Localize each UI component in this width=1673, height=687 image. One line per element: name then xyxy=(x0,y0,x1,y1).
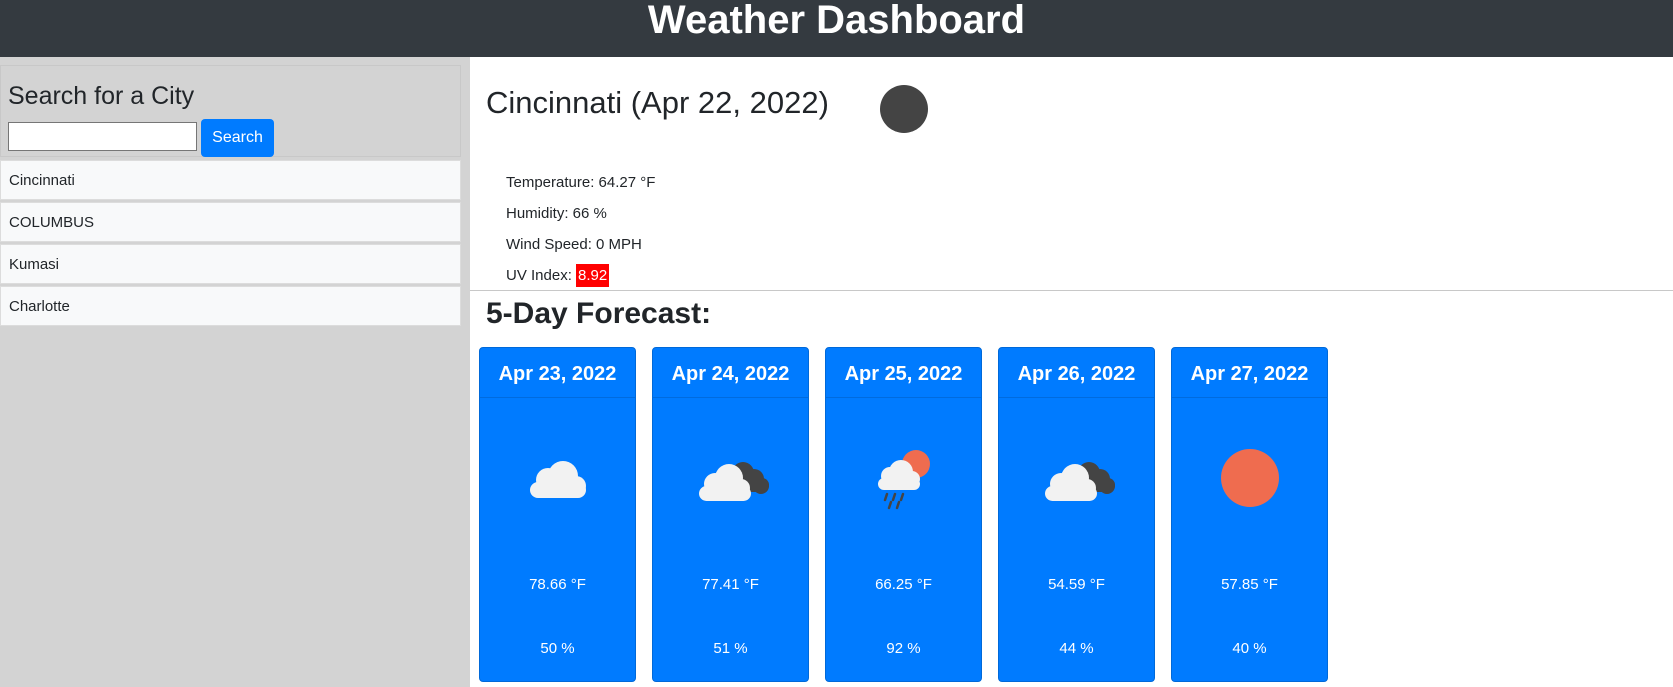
city-search-input[interactable] xyxy=(8,122,197,151)
forecast-card: Apr 24, 2022 77.41 °F 51 % xyxy=(652,347,809,682)
search-history-list: Cincinnati COLUMBUS Kumasi Charlotte xyxy=(0,160,461,328)
forecast-temp: 54.59 °F xyxy=(1048,576,1105,593)
history-item-charlotte[interactable]: Charlotte xyxy=(0,286,461,326)
main-panel: Cincinnati (Apr 22, 2022) Temperature: 6… xyxy=(470,57,1673,687)
broken-clouds-icon xyxy=(699,462,769,501)
wind-speed-reading: Wind Speed: 0 MPH xyxy=(506,236,642,253)
history-item-kumasi[interactable]: Kumasi xyxy=(0,244,461,284)
history-item-columbus[interactable]: COLUMBUS xyxy=(0,202,461,242)
forecast-date: Apr 25, 2022 xyxy=(826,348,981,398)
sidebar: Search for a City Search Cincinnati COLU… xyxy=(0,57,470,687)
forecast-humidity: 40 % xyxy=(1232,640,1267,657)
forecast-humidity: 51 % xyxy=(713,640,748,657)
search-button[interactable]: Search xyxy=(201,119,274,157)
forecast-temp: 57.85 °F xyxy=(1221,576,1278,593)
forecast-card: Apr 25, 2022 66.25 °F 92 % xyxy=(825,347,982,682)
current-city-title: Cincinnati (Apr 22, 2022) xyxy=(486,85,829,120)
uv-index-badge: 8.92 xyxy=(576,264,610,287)
forecast-card: Apr 26, 2022 54.59 °F 44 % xyxy=(998,347,1155,682)
uv-index-label: UV Index: xyxy=(506,267,572,284)
forecast-date: Apr 26, 2022 xyxy=(999,348,1154,398)
forecast-title: 5-Day Forecast: xyxy=(486,297,712,330)
current-details: Temperature: 64.27 °F Humidity: 66 % Win… xyxy=(506,167,655,291)
forecast-card: Apr 27, 2022 57.85 °F 40 % xyxy=(1171,347,1328,682)
uv-index-row: UV Index: 8.92 xyxy=(506,260,655,291)
forecast-temp: 77.41 °F xyxy=(702,576,759,593)
app-title: Weather Dashboard xyxy=(647,0,1026,42)
forecast-humidity: 50 % xyxy=(540,640,575,657)
dark-moon-icon xyxy=(880,85,928,133)
app-header: Weather Dashboard xyxy=(0,0,1673,57)
temperature-reading: Temperature: 64.27 °F xyxy=(506,174,656,191)
cloud-icon xyxy=(530,461,586,498)
forecast-temp: 78.66 °F xyxy=(529,576,586,593)
forecast-date: Apr 23, 2022 xyxy=(480,348,635,398)
forecast-humidity: 44 % xyxy=(1059,640,1094,657)
rain-sun-cloud-icon xyxy=(878,450,930,510)
forecast-temp: 66.25 °F xyxy=(875,576,932,593)
search-heading: Search for a City xyxy=(8,82,195,110)
forecast-card: Apr 23, 2022 78.66 °F 50 % xyxy=(479,347,636,682)
forecast-date: Apr 27, 2022 xyxy=(1172,348,1327,398)
section-divider xyxy=(470,290,1673,291)
forecast-humidity: 92 % xyxy=(886,640,921,657)
forecast-date: Apr 24, 2022 xyxy=(653,348,808,398)
history-item-cincinnati[interactable]: Cincinnati xyxy=(0,160,461,200)
search-panel: Search for a City Search xyxy=(0,65,461,157)
broken-clouds-icon xyxy=(1045,462,1115,501)
sun-icon xyxy=(1221,449,1279,507)
humidity-reading: Humidity: 66 % xyxy=(506,205,607,222)
